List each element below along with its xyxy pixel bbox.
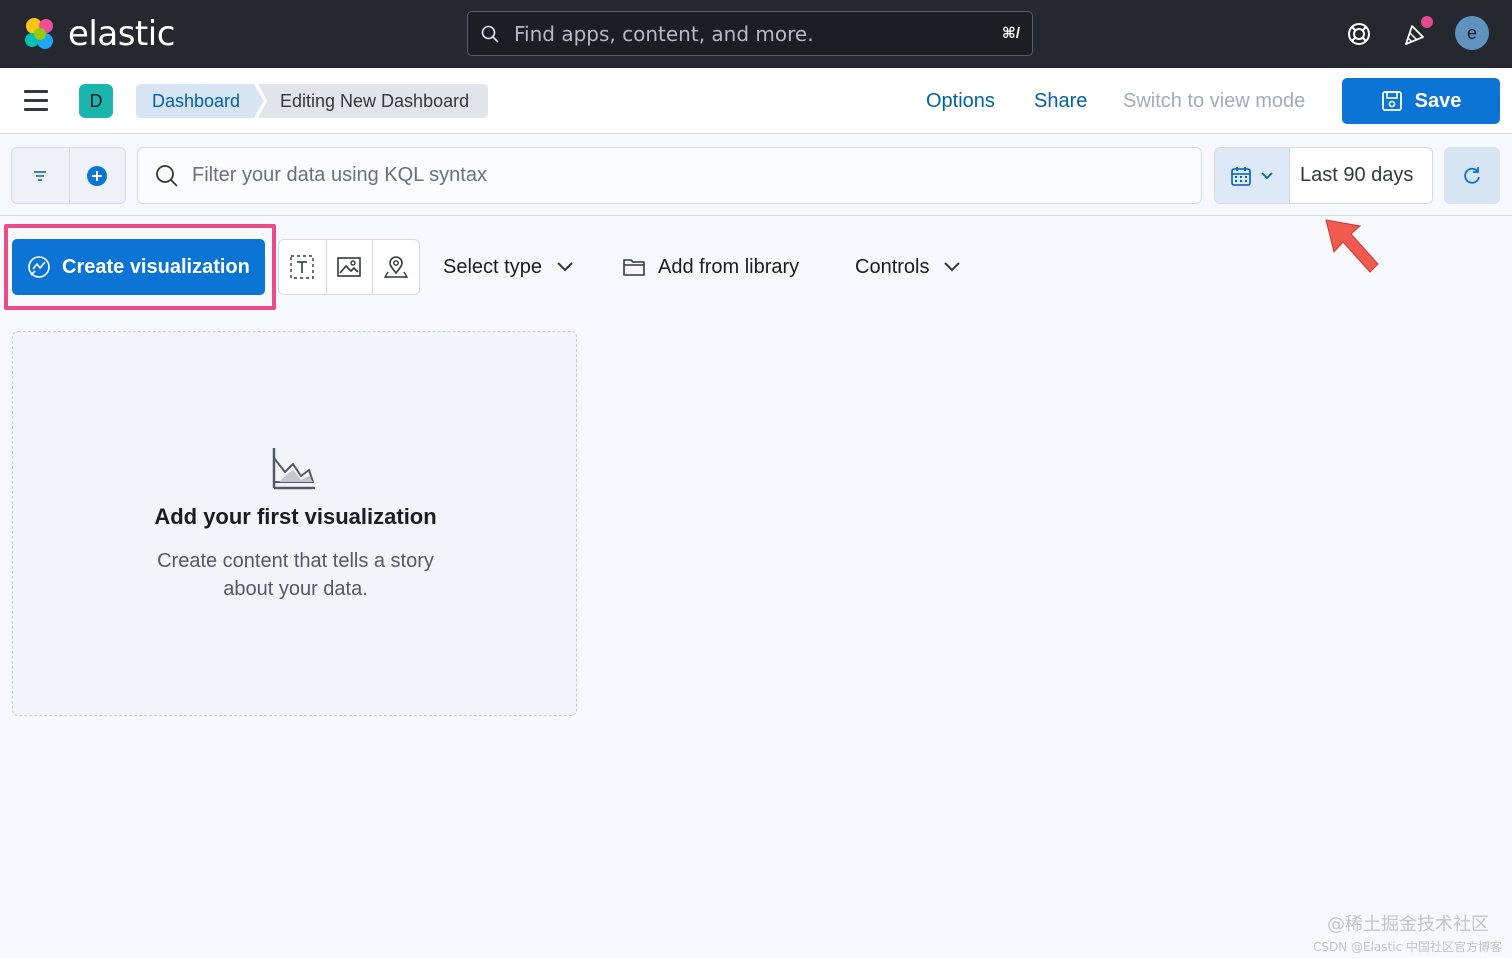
filter-controls bbox=[11, 147, 126, 204]
text-icon bbox=[290, 255, 315, 279]
controls-label: Controls bbox=[855, 255, 930, 278]
switch-view-mode-link[interactable]: Switch to view mode bbox=[1123, 90, 1305, 113]
dashboard-subheader: D Dashboard Editing New Dashboard Option… bbox=[0, 68, 1512, 134]
search-shortcut: ⌘/ bbox=[1001, 25, 1020, 42]
help-icon bbox=[1348, 23, 1370, 45]
empty-state-description: Create content that tells a story about … bbox=[157, 550, 434, 600]
watermark-juejin: @稀土掘金技术社区 bbox=[1327, 914, 1489, 935]
help-button[interactable] bbox=[1341, 16, 1377, 52]
breadcrumb-dashboard[interactable]: Dashboard bbox=[136, 84, 264, 118]
logo-text: elastic bbox=[68, 14, 175, 54]
add-filter-button[interactable] bbox=[68, 148, 126, 203]
empty-state-title: Add your first visualization bbox=[154, 504, 437, 529]
quick-add-buttons bbox=[278, 239, 420, 295]
map-marker-icon bbox=[383, 256, 409, 278]
space-avatar[interactable]: D bbox=[79, 84, 113, 118]
add-map-button[interactable] bbox=[372, 240, 419, 294]
breadcrumb-current: Editing New Dashboard bbox=[258, 84, 488, 118]
image-icon bbox=[337, 257, 362, 277]
elastic-logo-icon bbox=[25, 18, 53, 49]
filter-icon bbox=[34, 170, 47, 181]
watermark-csdn: CSDN @Elastic 中国社区官方博客 bbox=[1313, 940, 1503, 954]
options-link[interactable]: Options bbox=[926, 90, 995, 113]
save-label: Save bbox=[1414, 89, 1462, 112]
plus-circle-icon bbox=[87, 165, 108, 186]
refresh-button[interactable] bbox=[1444, 147, 1500, 204]
save-button[interactable]: Save bbox=[1342, 78, 1500, 124]
date-range-label[interactable]: Last 90 days bbox=[1290, 148, 1432, 203]
chevron-down-icon bbox=[944, 262, 961, 272]
calendar-icon bbox=[1231, 166, 1251, 186]
global-search-input[interactable]: Find apps, content, and more. ⌘/ bbox=[467, 11, 1033, 56]
date-picker: Last 90 days bbox=[1214, 147, 1433, 204]
elastic-logo[interactable]: elastic bbox=[22, 14, 175, 54]
user-avatar[interactable]: e bbox=[1455, 16, 1489, 50]
add-from-library-button[interactable]: Add from library bbox=[608, 239, 814, 295]
search-placeholder: Find apps, content, and more. bbox=[514, 21, 814, 46]
search-icon bbox=[156, 164, 178, 187]
area-chart-icon bbox=[272, 448, 315, 490]
filter-menu-button[interactable] bbox=[12, 148, 69, 203]
add-image-button[interactable] bbox=[325, 240, 373, 294]
save-icon bbox=[1381, 91, 1402, 111]
select-type-button[interactable]: Select type bbox=[429, 239, 588, 295]
chevron-down-icon bbox=[557, 262, 573, 272]
global-header: elastic Find apps, content, and more. ⌘/… bbox=[0, 0, 1512, 68]
kql-query-input[interactable]: Filter your data using KQL syntax bbox=[137, 147, 1202, 204]
select-type-label: Select type bbox=[443, 255, 542, 278]
add-from-library-label: Add from library bbox=[658, 255, 800, 278]
query-bar: Filter your data using KQL syntax Last 9… bbox=[0, 134, 1512, 216]
space-initial: D bbox=[89, 90, 103, 111]
visualize-app-icon bbox=[28, 256, 50, 278]
share-link[interactable]: Share bbox=[1034, 90, 1087, 113]
controls-button[interactable]: Controls bbox=[841, 239, 976, 295]
empty-dashboard-panel: Add your first visualization Create cont… bbox=[12, 331, 577, 716]
newsfeed-button[interactable] bbox=[1397, 16, 1433, 52]
avatar-initial: e bbox=[1466, 22, 1477, 43]
folder-icon bbox=[623, 259, 645, 276]
hamburger-icon bbox=[24, 90, 48, 93]
annotation-arrow-icon bbox=[1325, 219, 1379, 273]
chevron-down-icon bbox=[1261, 171, 1273, 179]
kql-placeholder: Filter your data using KQL syntax bbox=[192, 164, 487, 186]
refresh-icon bbox=[1464, 166, 1480, 184]
add-text-button[interactable] bbox=[279, 240, 326, 294]
quick-select-button[interactable] bbox=[1215, 148, 1290, 203]
notification-dot bbox=[1421, 16, 1433, 28]
menu-button[interactable] bbox=[24, 90, 54, 114]
create-visualization-label: Create visualization bbox=[62, 255, 250, 278]
create-visualization-button[interactable]: Create visualization bbox=[12, 239, 265, 295]
search-icon bbox=[481, 25, 499, 43]
